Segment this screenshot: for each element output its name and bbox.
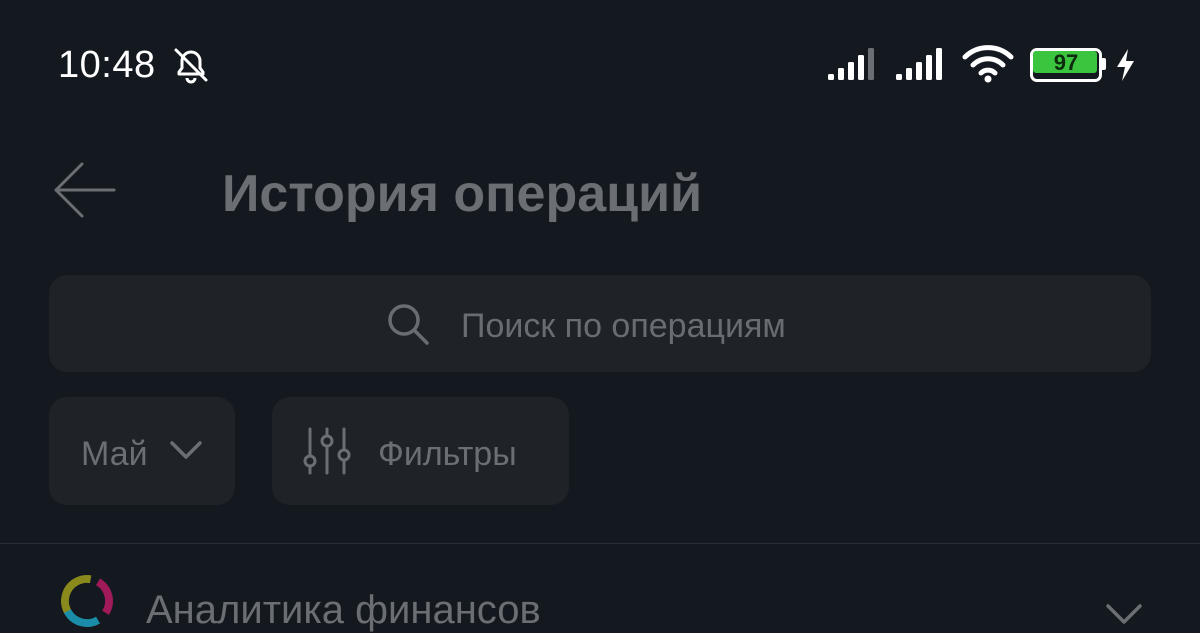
donut-chart-icon <box>61 575 113 627</box>
search-icon <box>388 304 429 345</box>
month-label: Май <box>81 435 148 473</box>
search-placeholder: Поиск по операциям <box>461 307 786 345</box>
filters-button[interactable]: Фильтры <box>272 397 569 505</box>
bell-off-icon <box>174 48 208 84</box>
signal-bars-icon <box>828 48 874 80</box>
chevron-down-icon[interactable] <box>1104 600 1144 626</box>
analytics-label[interactable]: Аналитика финансов <box>146 588 541 633</box>
sliders-icon <box>303 427 351 475</box>
signal-bars-icon <box>896 48 942 80</box>
battery-level-text: 97 <box>1053 50 1079 75</box>
chevron-down-icon <box>170 441 202 459</box>
arrow-left-icon[interactable] <box>50 160 120 220</box>
status-bar: 10:48 97 <box>0 0 1200 130</box>
wifi-icon <box>962 45 1014 83</box>
month-selector-button[interactable]: Май <box>49 397 235 505</box>
section-divider <box>0 543 1200 544</box>
filters-label: Фильтры <box>378 435 517 473</box>
battery-indicator: 97 <box>1030 48 1106 82</box>
search-input[interactable]: Поиск по операциям <box>49 275 1151 372</box>
lightning-bolt-icon <box>1117 49 1134 81</box>
clock-time: 10:48 <box>58 44 156 86</box>
page-title: История операций <box>222 165 703 223</box>
